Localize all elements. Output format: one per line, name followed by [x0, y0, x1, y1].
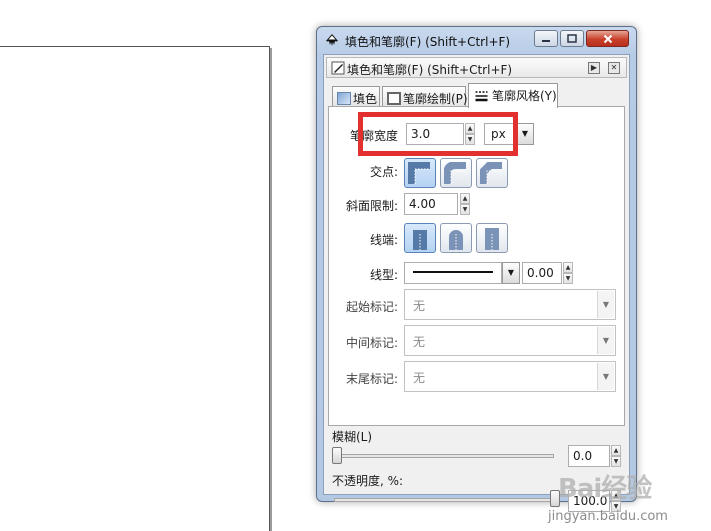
watermark-url: jingyan.baidu.com — [548, 509, 668, 524]
spin-up-icon[interactable]: ▲ — [460, 193, 470, 204]
blur-label: 模糊(L) — [332, 430, 373, 444]
chevron-down-icon: ▼ — [597, 327, 614, 354]
cap-round-button[interactable] — [440, 223, 472, 253]
dash-solid-line-icon — [413, 271, 493, 273]
tab-stroke-paint-label: 笔廓绘制(P) — [403, 92, 468, 106]
chevron-down-icon: ▼ — [507, 268, 515, 277]
end-marker-label: 末尾标记: — [345, 372, 398, 386]
mid-marker-select[interactable]: 无 ▼ — [404, 325, 616, 356]
bevel-join-icon — [480, 162, 502, 184]
miter-limit-spinner[interactable]: ▲ ▼ — [460, 193, 470, 215]
join-label: 交点: — [369, 165, 398, 179]
join-round-button[interactable] — [440, 158, 472, 188]
dash-dropdown-button[interactable]: ▼ — [502, 262, 520, 284]
end-marker-select[interactable]: 无 ▼ — [404, 361, 616, 392]
minimize-button[interactable] — [534, 30, 558, 47]
cap-square-button[interactable] — [476, 223, 508, 253]
blur-slider-track[interactable] — [334, 454, 554, 458]
round-join-icon — [444, 162, 466, 184]
opacity-slider-track[interactable] — [334, 498, 554, 502]
mid-marker-value: 无 — [413, 335, 426, 349]
start-marker-select[interactable]: 无 ▼ — [404, 289, 616, 320]
tab-stroke-paint[interactable]: 笔廓绘制(P) — [382, 86, 468, 107]
blur-slider-thumb[interactable] — [332, 447, 342, 464]
maximize-icon — [567, 34, 577, 43]
watermark-logo-text: Bai经验 — [558, 474, 652, 504]
close-button[interactable] — [586, 30, 629, 47]
fill-icon — [337, 92, 351, 105]
miter-limit-input[interactable]: 4.00 — [404, 193, 458, 215]
blur-spinner[interactable]: ▲ ▼ — [611, 445, 621, 467]
dash-offset-input[interactable]: 0.00 — [522, 262, 562, 284]
dash-pattern-select[interactable] — [404, 262, 502, 284]
dash-offset-spinner[interactable]: ▲ ▼ — [563, 262, 573, 284]
stroke-style-icon — [475, 91, 488, 102]
join-miter-button[interactable] — [404, 158, 436, 188]
play-icon: ▶ — [590, 63, 598, 72]
canvas-page[interactable] — [0, 46, 270, 531]
minimize-icon — [542, 39, 550, 42]
tab-stroke-style-label: 笔廓风格(Y) — [492, 89, 557, 103]
miter-limit-label: 斜面限制: — [345, 199, 398, 213]
fill-stroke-window: 填色和笔廓(F) (Shift+Ctrl+F) 填色和笔廓(F) (Shift+… — [316, 26, 637, 512]
fill-stroke-icon — [331, 61, 345, 75]
chevron-down-icon: ▼ — [597, 363, 614, 390]
round-cap-icon — [449, 230, 463, 250]
dock-close-button[interactable]: ✕ — [608, 62, 620, 74]
close-icon — [603, 34, 612, 43]
opacity-label: 不透明度, %: — [332, 474, 404, 488]
cap-butt-button[interactable] — [404, 223, 436, 253]
butt-cap-icon — [413, 230, 427, 250]
chevron-down-icon: ▼ — [521, 129, 529, 138]
title-bar[interactable]: 填色和笔廓(F) (Shift+Ctrl+F) — [317, 27, 636, 53]
chevron-down-icon: ▼ — [597, 291, 614, 318]
highlight-box — [358, 112, 518, 156]
stroke-paint-icon — [387, 92, 401, 105]
spin-down-icon[interactable]: ▼ — [611, 456, 621, 467]
spin-up-icon[interactable]: ▲ — [611, 445, 621, 456]
dock-title: 填色和笔廓(F) (Shift+Ctrl+F) — [347, 63, 513, 77]
spin-down-icon[interactable]: ▼ — [460, 204, 470, 215]
close-icon: ✕ — [610, 63, 618, 72]
baidu-watermark: Bai经验 jingyan.baidu.com — [548, 468, 708, 526]
dock-iconify-button[interactable]: ▶ — [588, 62, 600, 74]
inkscape-icon — [326, 34, 338, 46]
spin-up-icon[interactable]: ▲ — [563, 262, 573, 273]
start-marker-value: 无 — [413, 299, 426, 313]
tab-fill[interactable]: 填色 — [332, 86, 380, 107]
window-title: 填色和笔廓(F) (Shift+Ctrl+F) — [345, 35, 511, 49]
join-bevel-button[interactable] — [476, 158, 508, 188]
mid-marker-label: 中间标记: — [345, 336, 398, 350]
start-marker-label: 起始标记: — [345, 300, 398, 314]
tab-fill-label: 填色 — [353, 92, 378, 106]
unit-dropdown-button[interactable]: ▼ — [516, 123, 534, 145]
tab-stroke-style[interactable]: 笔廓风格(Y) — [468, 83, 558, 108]
blur-input[interactable]: 0.0 — [568, 445, 610, 467]
dock-header: 填色和笔廓(F) (Shift+Ctrl+F) ▶ ✕ — [326, 57, 627, 78]
end-marker-value: 无 — [413, 371, 426, 385]
miter-join-icon — [408, 162, 430, 184]
square-cap-icon — [485, 228, 499, 250]
maximize-button[interactable] — [560, 30, 584, 47]
dash-label: 线型: — [369, 268, 398, 282]
cap-label: 线端: — [369, 233, 398, 247]
spin-down-icon[interactable]: ▼ — [563, 273, 573, 284]
